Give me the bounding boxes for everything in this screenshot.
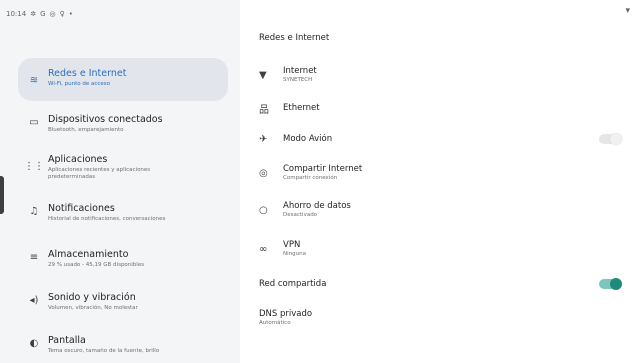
sidebar-item-redes-internet[interactable]: ≋ Redes e Internet Wi-Fi, punto de acces… [18,58,228,101]
ethernet-icon: 品 [259,104,269,116]
sidebar-item-almacenamiento[interactable]: ≡ Almacenamiento 29 % usado - 45,19 GB d… [18,243,228,279]
row-title: Compartir Internet [283,164,363,174]
data-saver-icon: ○ [259,204,268,216]
sidebar-item-subtitle: Historial de notificaciones, conversacio… [48,216,166,222]
sidebar-item-dispositivos[interactable]: ▭ Dispositivos conectados Bluetooth, emp… [18,108,228,144]
toggle-knob [610,133,622,145]
sidebar-item-subtitle: Wi-Fi, punto de acceso [48,81,111,87]
sidebar-item-subtitle: 29 % usado - 45,19 GB disponibles [48,262,145,268]
wifi-icon: ≋ [29,74,39,86]
page-title: Redes e Internet [259,33,330,43]
status-time: 10:14 [6,10,27,18]
row-title: Modo Avión [283,133,333,144]
hotspot-icon: ◎ [259,167,268,179]
status-bar: 10:14 ✲ G ◎ ♀ • [6,8,73,20]
wifi-icon: ▼ [259,69,267,81]
row-title: Red compartida [259,278,327,289]
sidebar-item-sonido[interactable]: ◂) Sonido y vibración Volumen, vibración… [18,286,228,322]
sound-icon: ◂) [29,294,39,306]
settings-icon: ✲ [30,10,37,18]
display-icon: ◐ [29,337,39,349]
sidebar-item-subtitle: Volumen, vibración, No molestar [48,305,138,311]
devices-icon: ▭ [29,116,39,128]
apps-icon: ⋮⋮ [24,160,44,172]
storage-icon: ≡ [29,251,39,263]
sidebar-item-title: Notificaciones [48,203,115,214]
row-subtitle: Desactivado [283,212,318,218]
sidebar-item-subtitle: Tema oscuro, tamaño de la fuente, brillo [48,348,160,354]
sidebar-item-notificaciones[interactable]: ♫ Notificaciones Historial de notificaci… [18,197,228,233]
row-subtitle: SYNETECH [283,77,313,83]
bell-icon: ♫ [29,205,39,217]
row-modo-avion[interactable]: ✈ Modo Avión [259,131,629,147]
row-subtitle: Automático [259,320,291,326]
sidebar-item-pantalla[interactable]: ◐ Pantalla Tema oscuro, tamaño de la fue… [18,329,228,363]
row-ahorro-datos[interactable]: ○ Ahorro de datos Desactivado [259,199,629,221]
sidebar-item-aplicaciones[interactable]: ⋮⋮ Aplicaciones Aplicaciones recientes y… [18,148,228,190]
row-subtitle: Ninguna [283,251,306,257]
wifi-icon: ▾ [625,6,630,16]
row-vpn[interactable]: ∞ VPN Ninguna [259,238,629,260]
sidebar-item-title: Sonido y vibración [48,292,136,303]
row-red-compartida[interactable]: Red compartida [259,276,629,292]
row-dns-privado[interactable]: DNS privado Automático [259,307,629,329]
airplane-icon: ✈ [259,133,268,145]
row-title: DNS privado [259,309,313,319]
dot-icon: • [68,10,73,18]
sidebar-item-title: Redes e Internet [48,68,127,79]
row-title: Ahorro de datos [283,201,351,211]
row-compartir-internet[interactable]: ◎ Compartir Internet Compartir conexión [259,162,629,184]
row-ethernet[interactable]: 品 Ethernet [259,100,629,116]
sidebar-item-title: Almacenamiento [48,249,129,260]
google-icon: G [40,10,46,18]
sidebar-item-title: Dispositivos conectados [48,114,163,125]
airplane-mode-toggle[interactable] [599,133,622,145]
sync-icon: ◎ [49,10,56,18]
sidebar-item-title: Pantalla [48,335,86,346]
location-icon: ♀ [59,10,65,18]
sidebar-item-subtitle: Aplicaciones recientes y aplicaciones pr… [48,167,151,180]
vpn-icon: ∞ [259,243,268,255]
drag-handle[interactable] [0,176,4,214]
row-subtitle: Compartir conexión [283,175,338,181]
row-title: Internet [283,66,317,76]
row-title: Ethernet [283,102,320,113]
shared-network-toggle[interactable] [599,278,622,290]
row-title: VPN [283,240,301,250]
row-internet[interactable]: ▼ Internet SYNETECH [259,64,629,86]
toggle-knob [610,278,622,290]
sidebar-item-title: Aplicaciones [48,154,108,165]
sidebar-item-subtitle: Bluetooth, emparejamiento [48,127,124,133]
